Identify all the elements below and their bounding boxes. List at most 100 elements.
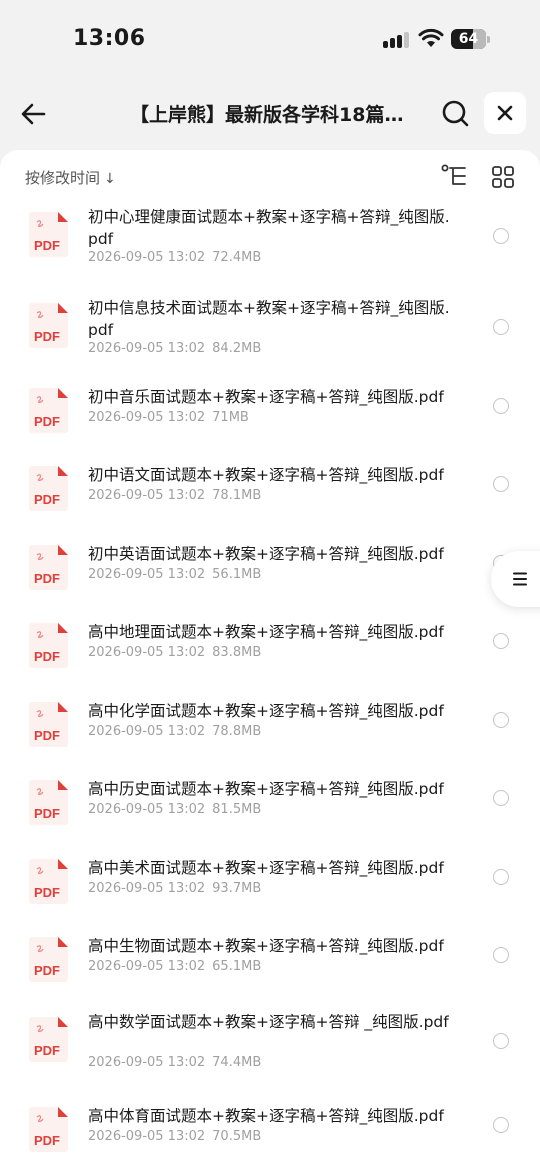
pdf-file-icon: PDF xyxy=(29,545,68,590)
file-size: 74.4MB xyxy=(212,1055,262,1070)
pdf-file-icon: PDF xyxy=(29,212,68,257)
file-row[interactable]: PDF 初中音乐面试题本+教案+逐字稿+答辩_纯图版.pdf 2026-09-05 … xyxy=(0,386,540,438)
select-radio[interactable] xyxy=(493,398,509,414)
file-row[interactable]: PDF 高中历史面试题本+教案+逐字稿+答辩_纯图版.pdf 2026-09-05 … xyxy=(0,778,540,830)
file-date: 2026-09-05 13:02 xyxy=(88,250,206,265)
file-name: 初中心理健康面试题本+教案+逐字稿+答辩_纯图版.pdf xyxy=(88,208,450,248)
status-bar: 13:06 64 xyxy=(0,0,540,80)
file-meta: 2026-09-05 13:02 56.1MB xyxy=(88,567,261,582)
file-name: 高中体育面试题本+教案+逐字稿+答辩_纯图版.pdf xyxy=(88,1107,444,1125)
file-row[interactable]: PDF 高中化学面试题本+教案+逐字稿+答辩_纯图版.pdf 2026-09-05 … xyxy=(0,700,540,752)
search-icon xyxy=(442,100,469,127)
file-meta: 2026-09-05 13:02 72.4MB xyxy=(88,250,261,265)
file-meta: 2026-09-05 13:02 83.8MB xyxy=(88,645,261,660)
battery-icon: 64 xyxy=(451,29,491,49)
file-row[interactable]: PDF 高中体育面试题本+教案+逐字稿+答辩_纯图版.pdf 2026-09-05 … xyxy=(0,1105,540,1157)
pdf-file-icon: PDF xyxy=(29,1107,68,1152)
cellular-signal-icon xyxy=(383,30,411,48)
select-radio[interactable] xyxy=(493,712,509,728)
file-date: 2026-09-05 13:02 xyxy=(88,1129,206,1144)
file-size: 71MB xyxy=(212,410,249,425)
pdf-badge-text: PDF xyxy=(34,728,60,743)
page-title: 【上岸熊】最新版各学科18篇… xyxy=(130,104,404,126)
nav-bar: 【上岸熊】最新版各学科18篇… xyxy=(0,86,540,142)
select-radio[interactable] xyxy=(493,869,509,885)
file-date: 2026-09-05 13:02 xyxy=(88,959,206,974)
file-date: 2026-09-05 13:02 xyxy=(88,1055,206,1070)
file-size: 78.8MB xyxy=(212,724,262,739)
file-meta: 2026-09-05 13:02 71MB xyxy=(88,410,249,425)
file-row[interactable]: PDF 初中英语面试题本+教案+逐字稿+答辩_纯图版.pdf 2026-09-05 … xyxy=(0,543,540,595)
file-meta: 2026-09-05 13:02 70.5MB xyxy=(88,1129,261,1144)
sort-direction-icon: ↓ xyxy=(104,171,116,187)
select-radio[interactable] xyxy=(493,790,509,806)
select-radio[interactable] xyxy=(493,228,509,244)
side-drawer-handle[interactable] xyxy=(491,551,540,607)
pdf-file-icon: PDF xyxy=(29,702,68,747)
file-name: 高中数学面试题本+教案+逐字稿+答辩 _纯图版.pdf xyxy=(88,1013,449,1031)
pdf-file-icon: PDF xyxy=(29,388,68,433)
status-time: 13:06 xyxy=(73,26,146,51)
file-row[interactable]: PDF 高中地理面试题本+教案+逐字稿+答辩_纯图版.pdf 2026-09-05 … xyxy=(0,621,540,673)
file-name: 初中语文面试题本+教案+逐字稿+答辩_纯图版.pdf xyxy=(88,466,444,484)
file-date: 2026-09-05 13:02 xyxy=(88,881,206,896)
grid-view-icon[interactable] xyxy=(492,166,514,188)
file-date: 2026-09-05 13:02 xyxy=(88,410,206,425)
file-date: 2026-09-05 13:02 xyxy=(88,488,206,503)
pdf-file-icon: PDF xyxy=(29,780,68,825)
pdf-badge-text: PDF xyxy=(34,414,60,429)
file-row[interactable]: PDF 高中数学面试题本+教案+逐字稿+答辩 _纯图版.pdf 2026-09-05… xyxy=(0,1011,540,1085)
battery-level: 64 xyxy=(458,31,479,47)
file-meta: 2026-09-05 13:02 78.1MB xyxy=(88,488,261,503)
file-meta: 2026-09-05 13:02 93.7MB xyxy=(88,881,261,896)
file-row[interactable]: PDF 高中美术面试题本+教案+逐字稿+答辩_纯图版.pdf 2026-09-05 … xyxy=(0,857,540,909)
pdf-file-icon: PDF xyxy=(29,1017,68,1062)
file-name: 初中信息技术面试题本+教案+逐字稿+答辩_纯图版.pdf xyxy=(88,299,450,339)
file-row[interactable]: PDF 初中心理健康面试题本+教案+逐字稿+答辩_纯图版.pdf 2026-09-0… xyxy=(0,206,540,280)
select-radio[interactable] xyxy=(493,319,509,335)
select-radio[interactable] xyxy=(493,1117,509,1133)
select-radio[interactable] xyxy=(493,476,509,492)
folder-tree-icon[interactable] xyxy=(441,164,467,188)
file-size: 72.4MB xyxy=(212,250,262,265)
wifi-icon xyxy=(418,28,444,47)
file-row[interactable]: PDF 初中语文面试题本+教案+逐字稿+答辩_纯图版.pdf 2026-09-05 … xyxy=(0,464,540,516)
search-button[interactable] xyxy=(440,98,472,130)
file-meta: 2026-09-05 13:02 78.8MB xyxy=(88,724,261,739)
file-date: 2026-09-05 13:02 xyxy=(88,802,206,817)
pdf-badge-text: PDF xyxy=(34,571,60,586)
file-date: 2026-09-05 13:02 xyxy=(88,567,206,582)
file-date: 2026-09-05 13:02 xyxy=(88,341,206,356)
file-meta: 2026-09-05 13:02 74.4MB xyxy=(88,1055,261,1070)
file-size: 84.2MB xyxy=(212,341,262,356)
pdf-badge-text: PDF xyxy=(34,963,60,978)
select-radio[interactable] xyxy=(493,633,509,649)
file-meta: 2026-09-05 13:02 65.1MB xyxy=(88,959,261,974)
sort-button[interactable]: 按修改时间 ↓ xyxy=(25,167,116,188)
file-size: 65.1MB xyxy=(212,959,262,974)
file-size: 70.5MB xyxy=(212,1129,262,1144)
file-name: 高中美术面试题本+教案+逐字稿+答辩_纯图版.pdf xyxy=(88,859,444,877)
sort-label: 按修改时间 xyxy=(25,169,101,187)
file-date: 2026-09-05 13:02 xyxy=(88,645,206,660)
file-size: 78.1MB xyxy=(212,488,262,503)
pdf-badge-text: PDF xyxy=(34,649,60,664)
pdf-badge-text: PDF xyxy=(34,1133,60,1148)
close-button[interactable] xyxy=(484,92,526,134)
select-radio[interactable] xyxy=(493,947,509,963)
pdf-file-icon: PDF xyxy=(29,466,68,511)
pdf-badge-text: PDF xyxy=(34,492,60,507)
file-meta: 2026-09-05 13:02 81.5MB xyxy=(88,802,261,817)
menu-lines-icon xyxy=(513,572,527,586)
select-radio[interactable] xyxy=(493,1033,509,1049)
file-row[interactable]: PDF 初中信息技术面试题本+教案+逐字稿+答辩_纯图版.pdf 2026-09-0… xyxy=(0,297,540,371)
pdf-file-icon: PDF xyxy=(29,623,68,668)
file-size: 93.7MB xyxy=(212,881,262,896)
back-button[interactable] xyxy=(16,96,52,132)
close-icon xyxy=(497,105,513,121)
file-name: 初中英语面试题本+教案+逐字稿+答辩_纯图版.pdf xyxy=(88,545,444,563)
file-name: 高中化学面试题本+教案+逐字稿+答辩_纯图版.pdf xyxy=(88,702,444,720)
file-size: 83.8MB xyxy=(212,645,262,660)
file-row[interactable]: PDF 高中生物面试题本+教案+逐字稿+答辩_纯图版.pdf 2026-09-05 … xyxy=(0,935,540,987)
arrow-left-icon xyxy=(21,103,46,125)
